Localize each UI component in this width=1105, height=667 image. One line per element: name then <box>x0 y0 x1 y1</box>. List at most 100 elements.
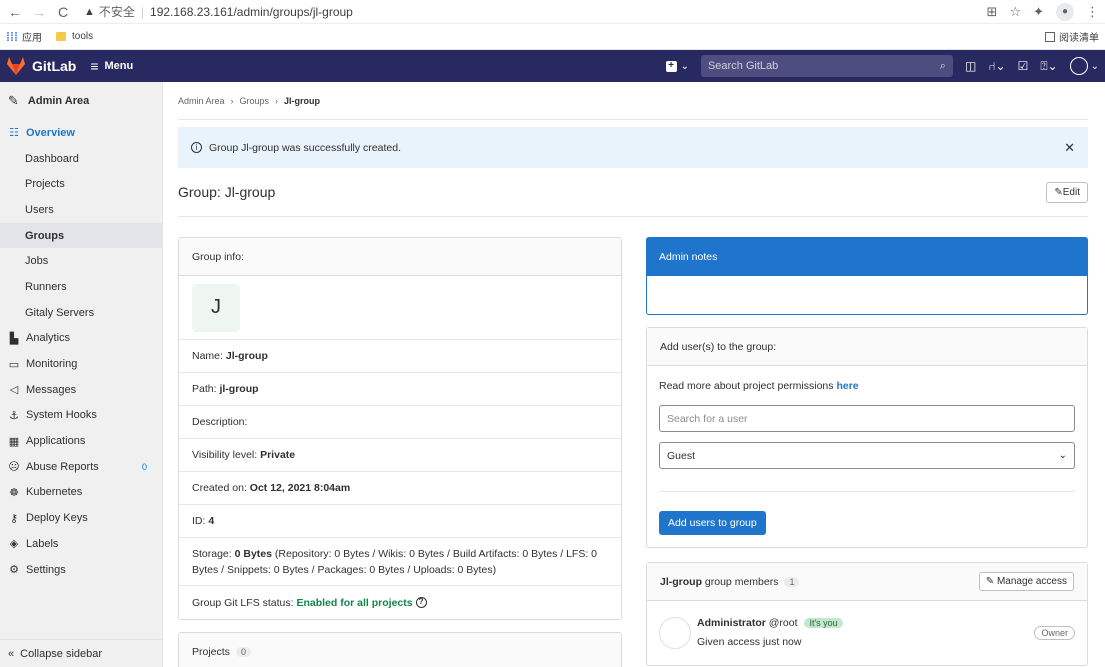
its-you-badge: It's you <box>804 618 843 628</box>
sidebar-item-overview[interactable]: ☷ Overview <box>0 120 162 146</box>
settings-icon: ⚙ <box>9 564 19 577</box>
user-search-input[interactable]: Search for a user <box>659 405 1075 432</box>
admin-notes-card: Admin notes <box>646 237 1088 315</box>
more-icon[interactable]: ⋮ <box>1086 4 1099 20</box>
admin-notes-header: Admin notes <box>647 238 1087 276</box>
permissions-link[interactable]: here <box>836 380 858 392</box>
menu-button[interactable]: ≡ Menu <box>90 58 133 74</box>
double-chevron-left-icon: « <box>8 647 15 660</box>
abuse-count-badge: 0 <box>136 461 152 472</box>
wrench-icon: ✎ <box>8 93 19 108</box>
member-row: Administrator @root It's you Given acces… <box>647 601 1087 665</box>
id-value: 4 <box>208 515 215 527</box>
gitlab-logo[interactable]: GitLab <box>6 57 76 75</box>
new-dropdown[interactable]: + ⌄ <box>665 60 689 72</box>
visibility-value: Private <box>260 449 296 461</box>
manage-access-button[interactable]: ✎ Manage access <box>978 572 1074 591</box>
issues-icon[interactable]: ◫ <box>965 59 976 73</box>
insecure-label: 不安全 <box>98 5 135 19</box>
bookmarks-bar: ⁞⁞⁞ 应用 tools 阅读清单 <box>0 24 1105 50</box>
merge-requests-icon[interactable]: ⑁⌄ <box>988 59 1005 73</box>
bookmark-star-icon[interactable]: ☆ <box>1009 4 1021 20</box>
user-menu[interactable]: ⌄ <box>1069 57 1099 75</box>
group-info-header: Group info: <box>179 238 621 276</box>
edit-icon: ✎ <box>1054 186 1063 198</box>
close-icon[interactable]: ✕ <box>1064 140 1075 156</box>
reload-button[interactable]: C <box>54 4 72 20</box>
sidebar-item-dashboard[interactable]: Dashboard <box>0 146 162 172</box>
breadcrumb-current[interactable]: Jl-group <box>284 96 320 106</box>
bookmark-apps[interactable]: ⁞⁞⁞ 应用 <box>6 29 42 45</box>
group-avatar: J <box>192 283 240 332</box>
sidebar-item-deploy-keys[interactable]: ⚷ Deploy Keys <box>0 505 162 531</box>
sidebar-item-runners[interactable]: Runners <box>0 274 162 300</box>
sidebar-item-messages[interactable]: ◁ Messages <box>0 377 162 403</box>
messages-icon: ◁ <box>9 384 19 397</box>
overview-icon: ☷ <box>9 127 19 140</box>
sidebar-item-users[interactable]: Users <box>0 197 162 223</box>
back-button[interactable]: ← <box>6 4 24 20</box>
sidebar-item-monitoring[interactable]: ▭ Monitoring <box>0 351 162 377</box>
plus-square-icon: + <box>665 60 677 72</box>
profile-icon[interactable]: ● <box>1056 2 1074 21</box>
hook-icon: ⚓ <box>9 409 19 422</box>
folder-icon <box>56 32 66 41</box>
forward-button[interactable]: → <box>30 4 48 20</box>
apps-grid-icon: ⁞⁞⁞ <box>6 29 18 44</box>
sidebar-item-gitaly-servers[interactable]: Gitaly Servers <box>0 300 162 326</box>
edit-button[interactable]: ✎Edit <box>1046 181 1088 203</box>
sidebar-item-jobs[interactable]: Jobs <box>0 248 162 274</box>
sidebar-item-kubernetes[interactable]: ☸ Kubernetes <box>0 480 162 506</box>
sidebar-item-labels[interactable]: ◈ Labels <box>0 531 162 557</box>
member-avatar[interactable] <box>659 617 691 649</box>
address-divider: | <box>140 4 145 19</box>
search-input[interactable]: Search GitLab ⌕ <box>700 55 953 77</box>
member-username: @root <box>768 617 798 629</box>
lfs-row: Group Git LFS status: Enabled for all pr… <box>179 586 621 619</box>
kubernetes-icon: ☸ <box>9 486 19 499</box>
address-bar[interactable]: ▲ 不安全 | 192.168.23.161/admin/groups/jl-g… <box>84 3 353 20</box>
abuse-icon: ☹ <box>8 461 20 474</box>
add-users-button[interactable]: Add users to group <box>659 511 766 535</box>
page-title: Group: Jl-group <box>178 184 276 200</box>
members-group-name: Jl-group <box>660 575 702 588</box>
gitlab-header: GitLab ≡ Menu + ⌄ Search GitLab ⌕ ◫ ⑁⌄ ☑… <box>0 50 1105 82</box>
monitor-icon: ▭ <box>8 358 20 371</box>
reading-list[interactable]: 阅读清单 <box>1045 29 1099 44</box>
breadcrumb-groups[interactable]: Groups <box>240 96 270 106</box>
breadcrumb-admin-area[interactable]: Admin Area <box>178 96 225 106</box>
hamburger-icon: ≡ <box>90 58 99 74</box>
admin-sidebar: ✎ Admin Area ☷ Overview Dashboard Projec… <box>0 82 163 667</box>
members-header: Jl-group group members 1 ✎ Manage access <box>647 563 1087 601</box>
extensions-icon[interactable]: ✦ <box>1033 4 1044 20</box>
sidebar-item-settings[interactable]: ⚙ Settings <box>0 557 162 583</box>
user-avatar-icon <box>1069 57 1088 75</box>
edit-icon: ✎ <box>985 576 995 587</box>
member-name[interactable]: Administrator <box>697 617 766 629</box>
id-row: ID: 4 <box>179 505 621 538</box>
todos-icon[interactable]: ☑ <box>1018 59 1029 73</box>
collapse-sidebar-button[interactable]: « Collapse sidebar <box>0 639 162 667</box>
help-icon[interactable]: ⍰⌄ <box>1040 59 1057 74</box>
projects-count-badge: 0 <box>235 647 251 657</box>
sidebar-item-abuse-reports[interactable]: ☹ Abuse Reports 0 <box>0 454 162 480</box>
alert-text: Group Jl-group was successfully created. <box>209 141 401 154</box>
name-row: Name: Jl-group <box>179 340 621 373</box>
breadcrumb-separator: › <box>275 95 279 106</box>
role-select[interactable]: Guest ⌄ <box>659 442 1075 469</box>
sidebar-item-groups[interactable]: Groups <box>0 222 162 249</box>
sidebar-item-projects[interactable]: Projects <box>0 171 162 197</box>
sidebar-item-system-hooks[interactable]: ⚓ System Hooks <box>0 403 162 429</box>
page-title-row: Group: Jl-group ✎Edit <box>178 168 1088 217</box>
projects-header: Projects 0 <box>179 633 621 667</box>
translate-icon[interactable]: ⊞ <box>987 4 998 20</box>
applications-icon: ▦ <box>8 435 20 448</box>
question-icon[interactable]: ? <box>415 597 427 608</box>
sidebar-title[interactable]: ✎ Admin Area <box>0 82 162 120</box>
search-icon: ⌕ <box>939 59 946 72</box>
sidebar-item-analytics[interactable]: ▙ Analytics <box>0 326 162 352</box>
bookmark-tools[interactable]: tools <box>56 31 93 42</box>
chevron-down-icon: ⌄ <box>680 60 689 72</box>
url-text[interactable]: 192.168.23.161/admin/groups/jl-group <box>150 5 353 19</box>
sidebar-item-applications[interactable]: ▦ Applications <box>0 428 162 454</box>
